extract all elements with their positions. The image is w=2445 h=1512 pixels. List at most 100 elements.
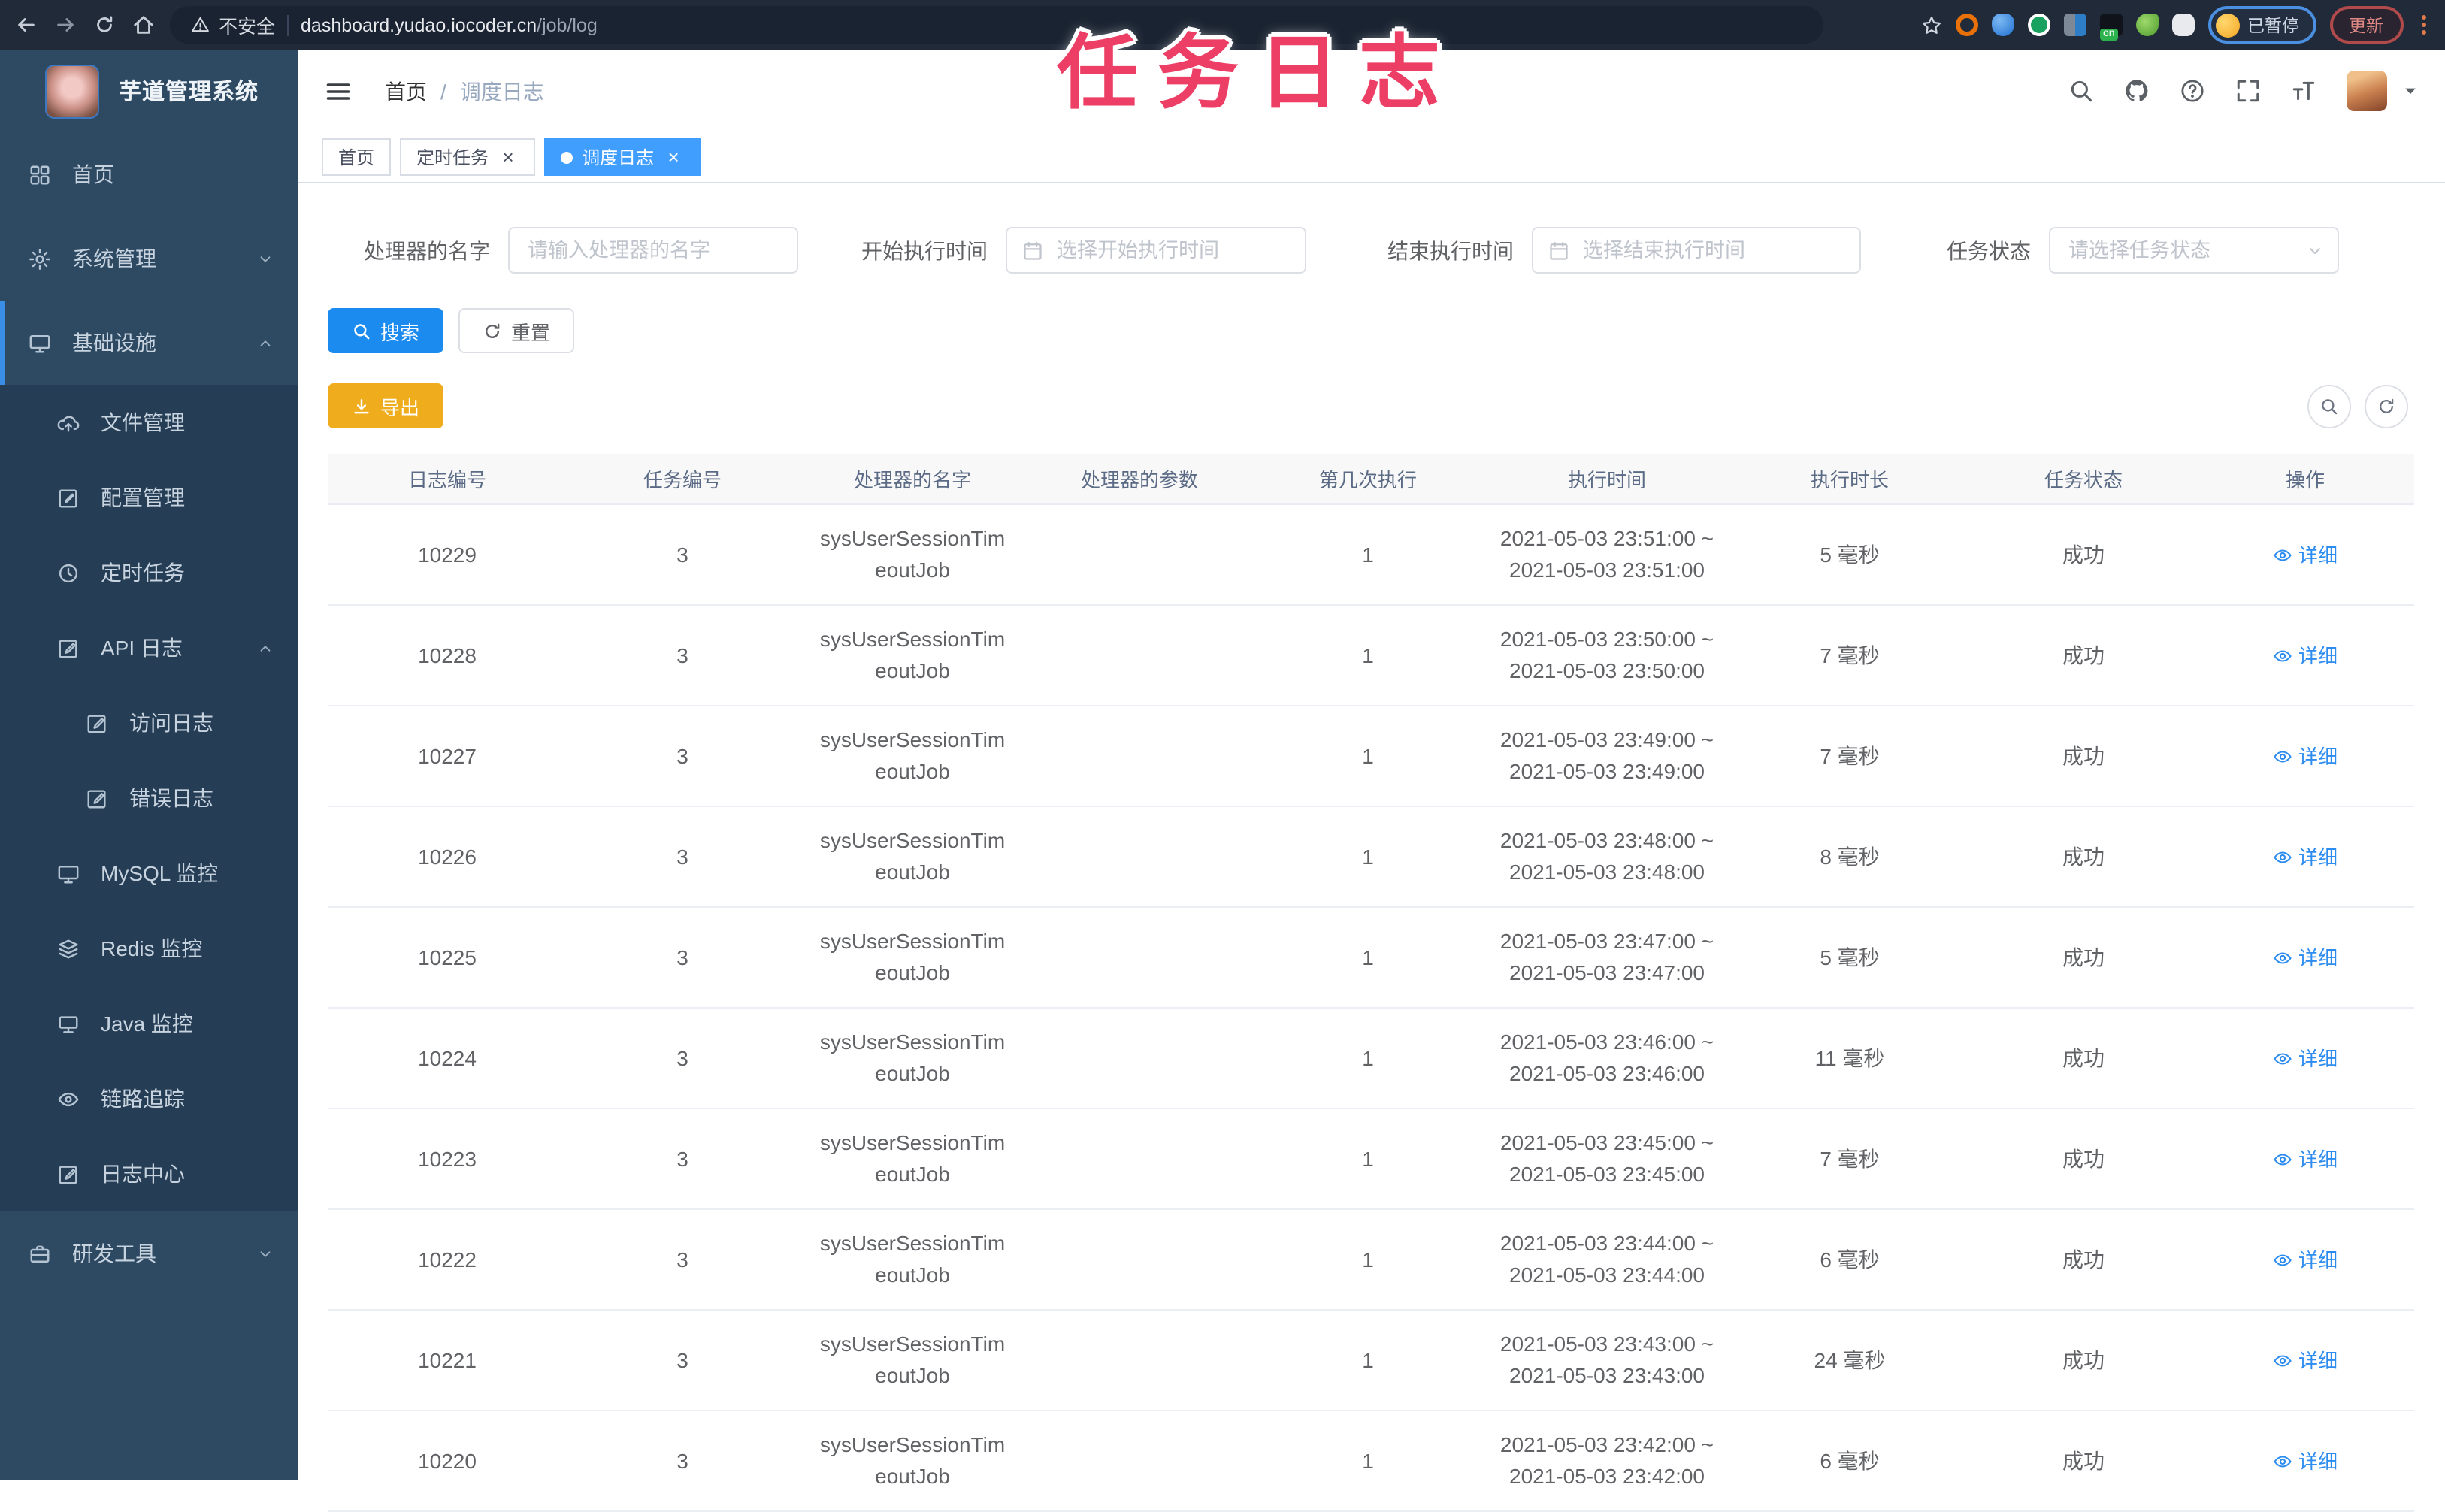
extension-icon[interactable] (2028, 14, 2050, 36)
text-input[interactable] (1007, 239, 1305, 262)
help-icon[interactable] (2179, 78, 2204, 104)
extension-icon[interactable] (1956, 14, 1978, 36)
eye-detail-icon (2273, 1350, 2292, 1370)
select-field[interactable] (2049, 227, 2339, 274)
filter-item-3: 任务状态 (1861, 227, 2339, 274)
back-icon[interactable] (15, 14, 38, 36)
tab-1[interactable]: 定时任务 × (400, 138, 536, 176)
address-bar[interactable]: 不安全 dashboard.yudao.iocoder.cn/job/log (170, 6, 1823, 44)
search-icon (2319, 396, 2338, 416)
sidebar-item-system-management[interactable]: 系统管理 (0, 216, 298, 301)
sidebar-item-error-logs[interactable]: 错误日志 (0, 761, 298, 836)
home-icon[interactable] (132, 14, 155, 36)
extension-icon[interactable] (1992, 14, 2014, 36)
column-header: 执行时间 (1567, 469, 1646, 491)
sidebar-item-trace[interactable]: 链路追踪 (0, 1061, 298, 1136)
table-cell (1027, 606, 1252, 705)
input-field[interactable] (1006, 227, 1306, 274)
table-cell: 1 (1362, 1448, 1374, 1472)
table-cell-actions: 详细 (2198, 505, 2413, 604)
table-cell: 2021-05-03 23:42:00 ~2021-05-03 23:42:00 (1499, 1432, 1714, 1488)
fullscreen-icon[interactable] (2235, 78, 2260, 104)
close-icon[interactable]: × (498, 146, 519, 168)
security-indicator[interactable]: 不安全 (191, 11, 275, 39)
hamburger-icon[interactable] (325, 77, 352, 104)
tab-0[interactable]: 首页 (322, 138, 392, 176)
user-avatar[interactable] (2346, 71, 2386, 111)
detail-link[interactable]: 详细 (2273, 539, 2338, 570)
breadcrumb-home[interactable]: 首页 (385, 76, 427, 106)
table-cell: 10228 (418, 643, 477, 667)
table-cell: 10222 (418, 1247, 477, 1271)
column-header: 任务编号 (643, 469, 722, 491)
font-size-icon[interactable] (2290, 78, 2316, 104)
column-header: 操作 (2285, 469, 2325, 491)
caret-down-icon[interactable] (2401, 83, 2418, 99)
extension-icon[interactable] (2100, 14, 2123, 41)
calendar-icon (1548, 240, 1569, 261)
forward-icon[interactable] (54, 14, 77, 36)
paused-extension-badge[interactable]: 已暂停 (2208, 6, 2316, 44)
export-button[interactable]: 导出 (328, 383, 444, 428)
sidebar-item-label: MySQL 监控 (101, 861, 219, 885)
sidebar-item-java-monitor[interactable]: Java 监控 (0, 986, 298, 1061)
sidebar-item-label: Redis 监控 (101, 936, 203, 960)
extension-icon[interactable] (2064, 14, 2086, 36)
toggle-search-button[interactable] (2307, 384, 2350, 428)
close-icon[interactable]: × (663, 146, 684, 168)
refresh-table-button[interactable] (2364, 384, 2407, 428)
detail-link[interactable]: 详细 (2273, 1244, 2338, 1275)
detail-link[interactable]: 详细 (2273, 1042, 2338, 1074)
table-cell: 6 毫秒 (1820, 1247, 1880, 1271)
sidebar-item-file-management[interactable]: 文件管理 (0, 385, 298, 460)
sidebar-item-infrastructure[interactable]: 基础设施 (0, 301, 298, 385)
table-cell-actions: 详细 (2198, 606, 2413, 705)
bookmark-star-icon[interactable] (1921, 14, 1942, 35)
extension-icon[interactable] (2136, 14, 2159, 36)
table-cell: 3 (676, 1045, 688, 1069)
github-icon[interactable] (2123, 78, 2149, 104)
sidebar-item-access-logs[interactable]: 访问日志 (0, 685, 298, 761)
sidebar-item-scheduled-tasks[interactable]: 定时任务 (0, 535, 298, 610)
table-cell: 成功 (2062, 844, 2105, 868)
table-cell: 1 (1362, 945, 1374, 969)
detail-link[interactable]: 详细 (2273, 942, 2338, 973)
text-input[interactable] (1533, 239, 1859, 262)
chevron-down-icon (257, 250, 274, 267)
text-input[interactable] (510, 239, 797, 262)
table-cell: sysUserSessionTim eoutJob (819, 727, 1006, 783)
browser-menu-icon[interactable] (2416, 15, 2430, 35)
detail-link[interactable]: 详细 (2273, 640, 2338, 671)
table-cell: 3 (676, 844, 688, 868)
select-input[interactable] (2050, 239, 2338, 262)
table-cell: 2021-05-03 23:45:00 ~2021-05-03 23:45:00 (1499, 1130, 1714, 1186)
search-button[interactable]: 搜索 (328, 308, 444, 353)
sidebar-item-home[interactable]: 首页 (0, 132, 298, 216)
browser-update-button[interactable]: 更新 (2329, 6, 2403, 44)
detail-link[interactable]: 详细 (2273, 740, 2338, 772)
extensions-puzzle-icon[interactable] (2172, 14, 2195, 36)
detail-link[interactable]: 详细 (2273, 841, 2338, 872)
sidebar-item-dev-tools[interactable]: 研发工具 (0, 1211, 298, 1296)
detail-link[interactable]: 详细 (2273, 1344, 2338, 1376)
reload-icon[interactable] (93, 14, 116, 36)
tab-2[interactable]: 调度日志 × (544, 138, 701, 176)
column-header: 处理器的参数 (1080, 469, 1198, 491)
search-icon[interactable] (2068, 78, 2093, 104)
table-cell: 成功 (2062, 1247, 2105, 1271)
sidebar-item-label: 文件管理 (101, 410, 185, 434)
input-field[interactable] (1532, 227, 1861, 274)
table-cell (1027, 908, 1252, 1007)
sidebar-item-mysql-monitor[interactable]: MySQL 监控 (0, 836, 298, 911)
sidebar-item-config-management[interactable]: 配置管理 (0, 460, 298, 535)
column-header: 第几次执行 (1318, 469, 1417, 491)
reset-button[interactable]: 重置 (458, 308, 575, 353)
sidebar-item-api-logs[interactable]: API 日志 (0, 610, 298, 685)
detail-link[interactable]: 详细 (2273, 1143, 2338, 1175)
detail-label: 详细 (2298, 1248, 2338, 1271)
sidebar-item-redis-monitor[interactable]: Redis 监控 (0, 911, 298, 986)
detail-label: 详细 (2298, 946, 2338, 969)
sidebar-item-log-center[interactable]: 日志中心 (0, 1136, 298, 1211)
detail-link[interactable]: 详细 (2273, 1445, 2338, 1477)
input-field[interactable] (508, 227, 798, 274)
